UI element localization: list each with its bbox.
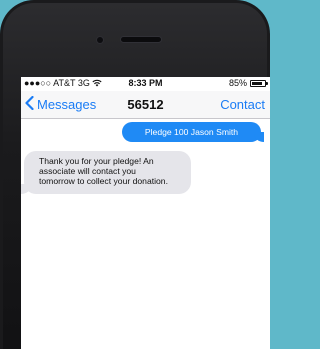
incoming-message-line: Thank you for your pledge! An [39, 156, 154, 166]
back-button-label: Messages [37, 97, 97, 112]
phone-screen: ●●●○○ AT&T 3G 8:33 PM 85% Messages 56512… [21, 77, 270, 349]
incoming-message-line: tomorrow to collect your donation. [39, 176, 168, 186]
outgoing-message-text: Pledge 100 Jason Smith [144, 127, 239, 137]
back-button[interactable]: Messages [25, 95, 97, 113]
chevron-left-icon [25, 95, 34, 113]
navigation-bar: Messages 56512 Contact [21, 91, 270, 119]
contact-button[interactable]: Contact [220, 97, 265, 112]
front-camera [97, 37, 103, 43]
status-right: 85% [228, 78, 268, 88]
status-bar: ●●●○○ AT&T 3G 8:33 PM 85% [21, 77, 270, 91]
battery-icon [250, 79, 268, 87]
battery-percent: 85% [228, 78, 247, 88]
incoming-message-line: associate will contact you [39, 166, 136, 176]
incoming-message-bubble: Thank you for your pledge! An associate … [21, 151, 191, 194]
battery-fill [252, 81, 263, 85]
outgoing-message-bubble: Pledge 100 Jason Smith [122, 122, 264, 142]
earpiece-speaker [121, 37, 161, 42]
phone-frame: ●●●○○ AT&T 3G 8:33 PM 85% Messages 56512… [0, 0, 270, 349]
